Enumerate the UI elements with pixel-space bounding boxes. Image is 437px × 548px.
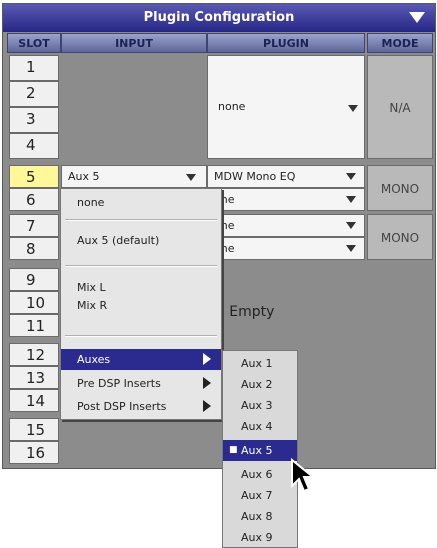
submenu-item-aux-2[interactable]: Aux 2 <box>223 374 297 395</box>
slot-12[interactable]: 12 <box>9 343 59 366</box>
submenu-item-aux-4[interactable]: Aux 4 <box>223 416 297 437</box>
submenu-arrow-icon <box>203 377 211 389</box>
submenu-item-label: Aux 5 <box>241 444 273 457</box>
column-header-plugin: PLUGIN <box>207 33 365 53</box>
submenu-item-aux-9[interactable]: Aux 9 <box>223 527 297 548</box>
menu-item-mix-l[interactable]: Mix L <box>61 279 221 297</box>
input-select-slot-5[interactable]: Aux 5 <box>61 165 207 188</box>
slot-10[interactable]: 10 <box>9 291 59 314</box>
plugin-value: MDW Mono EQ <box>214 170 296 183</box>
submenu-item-aux-3[interactable]: Aux 3 <box>223 395 297 416</box>
plugin-select-slot-8[interactable]: one <box>207 237 365 260</box>
menu-item-label: Auxes <box>77 353 111 366</box>
submenu-item-aux-5[interactable]: ■ Aux 5 <box>223 440 297 461</box>
window-title-bar: Plugin Configuration <box>3 4 435 32</box>
slot-8[interactable]: 8 <box>9 237 59 260</box>
slot-2[interactable]: 2 <box>9 81 59 107</box>
slot-4[interactable]: 4 <box>9 133 59 159</box>
column-header-input: INPUT <box>61 33 207 53</box>
menu-item-none[interactable]: none <box>61 193 221 213</box>
slot-3[interactable]: 3 <box>9 107 59 133</box>
menu-item-label: Pre DSP Inserts <box>77 377 161 390</box>
empty-slot-label: C Empty <box>215 304 275 320</box>
submenu-item-aux-8[interactable]: Aux 8 <box>223 506 297 527</box>
column-header-mode: MODE <box>367 33 433 53</box>
chevron-down-icon <box>348 105 358 112</box>
menu-separator <box>65 219 217 221</box>
slot-5[interactable]: 5 <box>9 165 59 188</box>
submenu-item-aux-6[interactable]: Aux 6 <box>223 464 297 485</box>
mode-slots-5-6: MONO <box>367 165 433 211</box>
menu-separator <box>65 265 217 267</box>
menu-item-label: Post DSP Inserts <box>77 400 167 413</box>
slot-14[interactable]: 14 <box>9 389 59 412</box>
menu-separator <box>65 335 217 337</box>
plugin-select-slot-6[interactable]: one <box>207 188 365 211</box>
slot-6[interactable]: 6 <box>9 188 59 211</box>
menu-item-mix-r[interactable]: Mix R <box>61 297 221 315</box>
menu-item-post-dsp-inserts[interactable]: Post DSP Inserts <box>61 396 221 417</box>
window-menu-arrow-icon[interactable] <box>409 12 425 23</box>
submenu-item-aux-7[interactable]: Aux 7 <box>223 485 297 506</box>
slot-9[interactable]: 9 <box>9 268 59 291</box>
submenu-arrow-icon <box>203 353 211 365</box>
plugin-select-slots-1-4[interactable]: none <box>207 55 365 159</box>
menu-item-auxes[interactable]: Auxes <box>61 349 221 370</box>
input-dropdown-menu: none Aux 5 (default) Mix L Mix R Auxes P… <box>60 188 222 420</box>
plugin-select-slot-7[interactable]: one <box>207 214 365 237</box>
chevron-down-icon <box>346 173 356 180</box>
column-header-slot: SLOT <box>7 33 61 53</box>
checkmark-icon: ■ <box>229 445 238 455</box>
chevron-down-icon <box>346 196 356 203</box>
mode-slots-7-8: MONO <box>367 214 433 260</box>
submenu-arrow-icon <box>203 400 211 412</box>
aux-submenu: Aux 1 Aux 2 Aux 3 Aux 4 ■ Aux 5 Aux 6 Au… <box>222 350 298 548</box>
slot-15[interactable]: 15 <box>9 418 59 441</box>
submenu-item-aux-1[interactable]: Aux 1 <box>223 353 297 374</box>
mode-slots-1-4: N/A <box>367 55 433 159</box>
chevron-down-icon <box>186 174 196 181</box>
slot-13[interactable]: 13 <box>9 366 59 389</box>
slot-16[interactable]: 16 <box>9 441 59 464</box>
slot-1[interactable]: 1 <box>9 55 59 81</box>
slot-11[interactable]: 11 <box>9 314 59 337</box>
chevron-down-icon <box>346 222 356 229</box>
window-title: Plugin Configuration <box>143 10 295 25</box>
menu-item-aux-default[interactable]: Aux 5 (default) <box>61 231 221 251</box>
plugin-select-slot-5[interactable]: MDW Mono EQ <box>207 165 365 188</box>
chevron-down-icon <box>346 245 356 252</box>
plugin-value: none <box>218 100 246 113</box>
menu-item-pre-dsp-inserts[interactable]: Pre DSP Inserts <box>61 373 221 394</box>
input-value: Aux 5 <box>68 170 100 183</box>
mouse-cursor-icon <box>291 458 316 493</box>
slot-7[interactable]: 7 <box>9 214 59 237</box>
